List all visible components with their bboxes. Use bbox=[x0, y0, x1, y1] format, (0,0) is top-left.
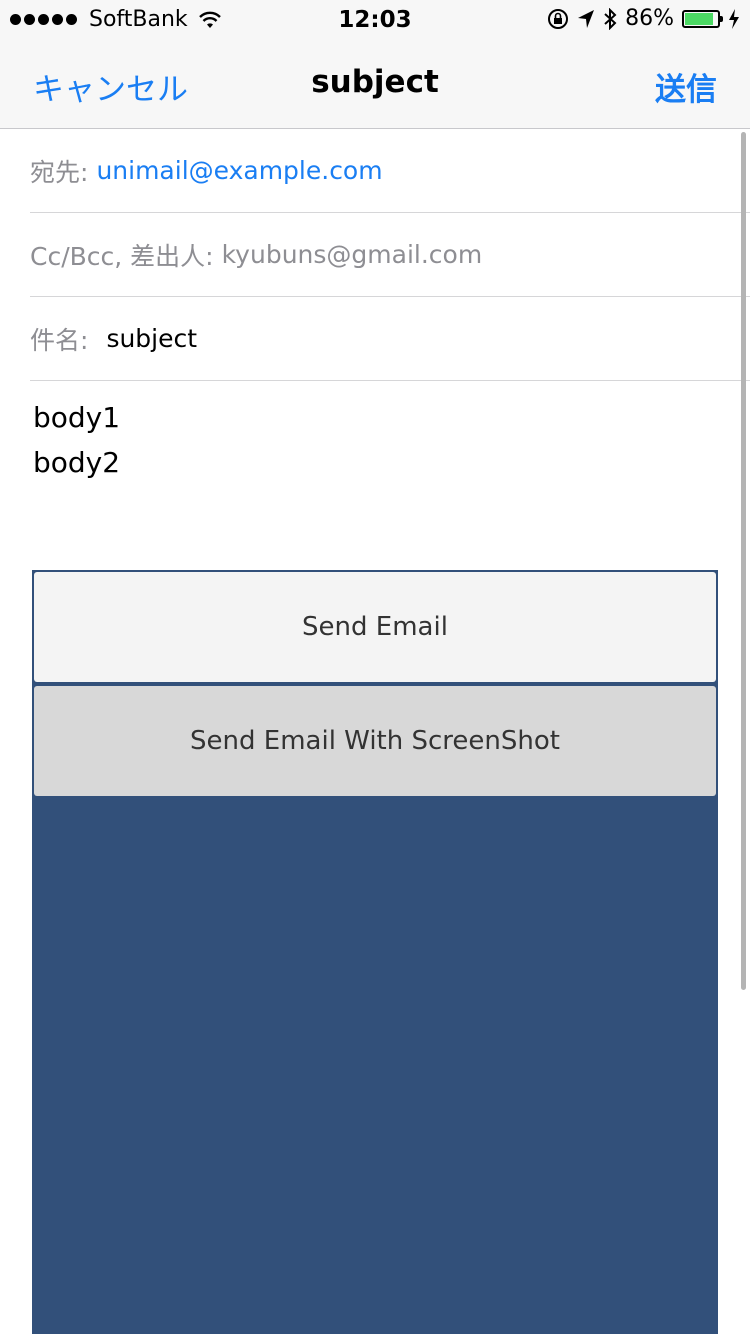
body-line-2: body2 bbox=[33, 446, 121, 479]
status-right: 86% bbox=[547, 6, 740, 31]
location-arrow-icon bbox=[578, 9, 595, 28]
message-body[interactable]: body1 body2 bbox=[33, 395, 120, 485]
battery-fill bbox=[685, 12, 713, 25]
cc-bcc-field[interactable]: Cc/Bcc, 差出人: kyubuns@gmail.com bbox=[30, 213, 750, 297]
charging-bolt-icon bbox=[729, 8, 739, 29]
to-label: 宛先: bbox=[30, 157, 89, 187]
orientation-lock-icon bbox=[548, 8, 569, 29]
send-email-with-screenshot-button[interactable]: Send Email With ScreenShot bbox=[34, 686, 716, 796]
embedded-app-panel: Send Email Send Email With ScreenShot bbox=[32, 570, 718, 1334]
send-email-button[interactable]: Send Email bbox=[34, 572, 716, 682]
to-recipient[interactable]: unimail@example.com bbox=[96, 156, 382, 185]
nav-title: subject bbox=[311, 64, 439, 100]
send-button[interactable]: 送信 bbox=[655, 64, 717, 109]
subject-label: 件名: bbox=[30, 325, 89, 355]
body-line-1: body1 bbox=[33, 401, 121, 434]
from-address: kyubuns@gmail.com bbox=[221, 240, 483, 269]
nav-bar: キャンセル subject 送信 bbox=[0, 40, 750, 129]
subject-input[interactable]: subject bbox=[106, 324, 197, 353]
to-field[interactable]: 宛先: unimail@example.com bbox=[30, 129, 750, 213]
battery-icon bbox=[682, 9, 723, 28]
mail-compose-screen: SoftBank 12:03 86% キャンセル subject 送信 宛先: … bbox=[0, 0, 750, 1334]
subject-field[interactable]: 件名: subject bbox=[30, 297, 750, 381]
battery-percent: 86% bbox=[625, 6, 674, 31]
cc-bcc-label: Cc/Bcc, 差出人: bbox=[30, 241, 214, 271]
status-bar: SoftBank 12:03 86% bbox=[0, 0, 750, 40]
bluetooth-icon bbox=[604, 7, 617, 30]
scrollbar[interactable] bbox=[741, 132, 746, 990]
